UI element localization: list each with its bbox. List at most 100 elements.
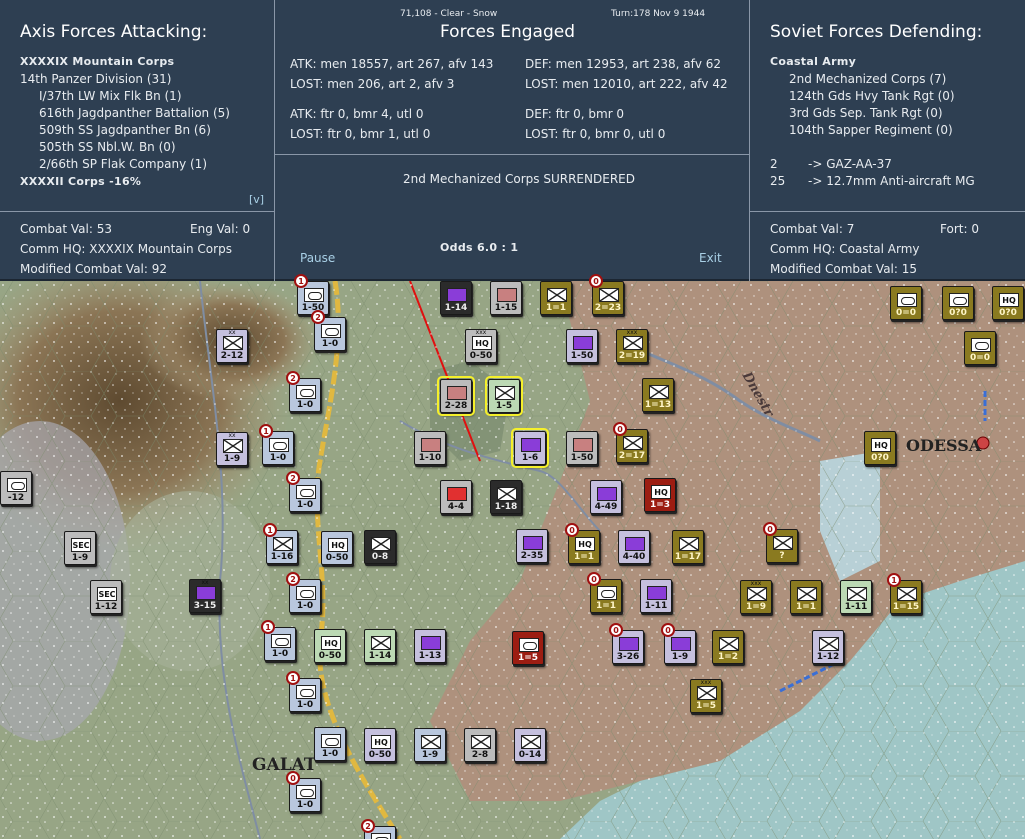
unit-counter[interactable]: 1-0 1 bbox=[259, 424, 294, 465]
unit-counter[interactable]: 2=17 0 bbox=[613, 422, 648, 463]
armor-symbol-icon bbox=[271, 634, 291, 648]
axis-corps[interactable]: XXXXIX Mountain Corps bbox=[20, 53, 174, 70]
unit-counter[interactable]: 1-0 2 bbox=[311, 310, 346, 351]
unit-counter[interactable]: SEC 1-12 bbox=[90, 580, 122, 614]
unit-counter[interactable]: 1-0 2 bbox=[286, 572, 321, 613]
unit-counter[interactable]: xxx HQ 0-50 bbox=[465, 329, 497, 363]
unit-counter[interactable]: 1=2 bbox=[712, 630, 744, 664]
unit-counter[interactable]: xx 2-12 bbox=[216, 329, 248, 363]
soviet-army[interactable]: Coastal Army bbox=[770, 53, 856, 70]
unit-strength: 1-14 bbox=[444, 303, 468, 313]
soviet-unit[interactable]: 124th Gds Hvy Tank Rgt (0) bbox=[789, 88, 955, 105]
unit-counter[interactable]: 1-5 bbox=[485, 376, 523, 416]
unit-counter[interactable]: 1-18 bbox=[490, 480, 522, 514]
hex-map[interactable]: Dnestr ODESSA GALAT 1-50 1 1-0 2 xx 2-12 1-0 2 x… bbox=[0, 274, 1025, 839]
unit-counter[interactable]: 1-0 2 bbox=[286, 471, 321, 512]
unit-counter[interactable]: 4-40 bbox=[618, 530, 650, 564]
unit-counter[interactable]: 0=0 bbox=[964, 331, 996, 365]
unit-counter[interactable]: xx 1-9 bbox=[216, 432, 248, 466]
pause-button[interactable]: Pause bbox=[300, 251, 335, 265]
axis-unit[interactable]: 505th SS Nbl.W. Bn (0) bbox=[39, 139, 176, 156]
expand-toggle[interactable]: [v] bbox=[249, 193, 264, 206]
unit-counter[interactable]: 0-8 bbox=[364, 530, 396, 564]
axis-unit[interactable]: 509th SS Jagdpanther Bn (6) bbox=[39, 122, 211, 139]
unit-counter[interactable]: xxx 1=9 bbox=[740, 580, 772, 614]
unit-counter[interactable]: 2 bbox=[361, 819, 396, 839]
soviet-unit[interactable]: 104th Sapper Regiment (0) bbox=[789, 122, 953, 139]
unit-counter[interactable]: 3-26 0 bbox=[609, 623, 644, 664]
unit-badge: 0 bbox=[587, 572, 601, 586]
unit-counter[interactable]: HQ 0?0 bbox=[864, 431, 896, 465]
unit-counter[interactable]: 2-35 bbox=[516, 529, 548, 563]
unit-counter[interactable]: 1=17 bbox=[672, 530, 704, 564]
unit-counter[interactable]: 1=5 bbox=[512, 631, 544, 665]
unit-counter[interactable]: HQ 0-50 bbox=[321, 531, 353, 565]
unit-counter[interactable]: 0?0 bbox=[942, 286, 974, 320]
unit-counter[interactable]: 1-9 0 bbox=[661, 623, 696, 664]
exit-button[interactable]: Exit bbox=[699, 251, 722, 265]
unit-counter[interactable]: 1=1 bbox=[540, 281, 572, 315]
city-label-galati[interactable]: GALAT bbox=[252, 755, 317, 775]
axis-combat-val: Combat Val: 53 bbox=[20, 222, 112, 236]
unit-counter[interactable]: 1-12 bbox=[812, 630, 844, 664]
unit-counter[interactable]: 0=0 bbox=[890, 286, 922, 320]
unit-counter[interactable]: 1-11 bbox=[640, 579, 672, 613]
axis-unit[interactable]: I/37th LW Mix Flk Bn (1) bbox=[39, 88, 182, 105]
unit-counter[interactable]: 1-50 bbox=[566, 329, 598, 363]
unit-counter[interactable]: 1=1 bbox=[790, 580, 822, 614]
unit-counter[interactable]: 1-14 bbox=[440, 281, 472, 315]
unit-counter[interactable]: xxx 1=5 bbox=[690, 679, 722, 713]
unit-strength: 3-15 bbox=[193, 601, 217, 611]
unit-counter[interactable]: 1-13 bbox=[414, 629, 446, 663]
echelon-mark: xxx bbox=[750, 580, 762, 587]
armor-symbol-icon bbox=[519, 638, 539, 652]
axis-support-corps[interactable]: XXXXII Corps -16% bbox=[20, 173, 141, 190]
unit-counter[interactable]: ? 0 bbox=[763, 522, 798, 563]
unit-counter[interactable]: 4-4 bbox=[440, 480, 472, 514]
unit-counter[interactable]: 1=15 1 bbox=[887, 573, 922, 614]
unit-counter[interactable]: 1-50 bbox=[566, 431, 598, 465]
unit-counter[interactable]: 1-0 1 bbox=[286, 671, 321, 712]
unit-counter[interactable]: 2=23 0 bbox=[589, 274, 624, 315]
axis-division[interactable]: 14th Panzer Division (31) bbox=[20, 71, 171, 88]
city-label-odessa[interactable]: ODESSA bbox=[906, 436, 981, 455]
unit-counter[interactable]: SEC 1-9 bbox=[64, 531, 96, 565]
unit-counter[interactable]: HQ 0-50 bbox=[314, 629, 346, 663]
unit-counter[interactable]: 1=13 bbox=[642, 378, 674, 412]
unit-counter[interactable]: HQ 0-50 bbox=[364, 728, 396, 762]
unit-counter[interactable]: HQ 1=3 bbox=[644, 478, 676, 512]
unit-counter[interactable]: xx 3-15 bbox=[189, 579, 221, 613]
unit-strength: 1-0 bbox=[296, 400, 314, 410]
unit-counter[interactable]: 1-50 1 bbox=[294, 274, 329, 315]
soviet-title: Soviet Forces Defending: bbox=[770, 22, 983, 42]
unit-counter[interactable]: 1=1 0 bbox=[587, 572, 622, 613]
armor-symbol-icon bbox=[421, 438, 441, 452]
unit-counter[interactable]: 1-0 2 bbox=[286, 371, 321, 412]
unit-counter[interactable]: 1-0 0 bbox=[286, 771, 321, 812]
unit-counter[interactable]: 1-0 1 bbox=[261, 620, 296, 661]
unit-counter[interactable]: 0-14 bbox=[514, 728, 546, 762]
unit-counter[interactable]: 2-8 bbox=[464, 728, 496, 762]
axis-unit[interactable]: 2/66th SP Flak Company (1) bbox=[39, 156, 207, 173]
unit-counter[interactable]: xxx 2=19 bbox=[616, 329, 648, 363]
unit-counter[interactable]: 1-9 bbox=[414, 728, 446, 762]
unit-counter[interactable]: HQ 0?0 bbox=[992, 286, 1024, 320]
unit-counter[interactable]: 1-11 bbox=[840, 580, 872, 614]
unit-counter[interactable]: 1-6 bbox=[511, 428, 549, 468]
soviet-unit[interactable]: 3rd Gds Sep. Tank Rgt (0) bbox=[789, 105, 943, 122]
unit-counter[interactable]: HQ 1=1 0 bbox=[565, 523, 600, 564]
echelon-mark: xxx bbox=[700, 679, 712, 686]
unit-counter[interactable]: 2-28 bbox=[437, 376, 475, 416]
unit-counter[interactable]: 4-49 bbox=[590, 480, 622, 514]
unit-counter[interactable]: 1-16 1 bbox=[263, 523, 298, 564]
unit-counter[interactable]: 1-0 bbox=[314, 727, 346, 761]
soviet-unit[interactable]: 2nd Mechanized Corps (7) bbox=[789, 71, 946, 88]
echelon-mark: xx bbox=[228, 329, 236, 336]
unit-strength: ? bbox=[779, 551, 785, 561]
infantry-symbol-icon bbox=[697, 686, 717, 700]
unit-counter[interactable]: -12 bbox=[0, 471, 32, 505]
unit-counter[interactable]: 1-10 bbox=[414, 431, 446, 465]
unit-counter[interactable]: 1-15 bbox=[490, 281, 522, 315]
unit-counter[interactable]: 1-14 bbox=[364, 629, 396, 663]
axis-unit[interactable]: 616th Jagdpanther Battalion (5) bbox=[39, 105, 230, 122]
